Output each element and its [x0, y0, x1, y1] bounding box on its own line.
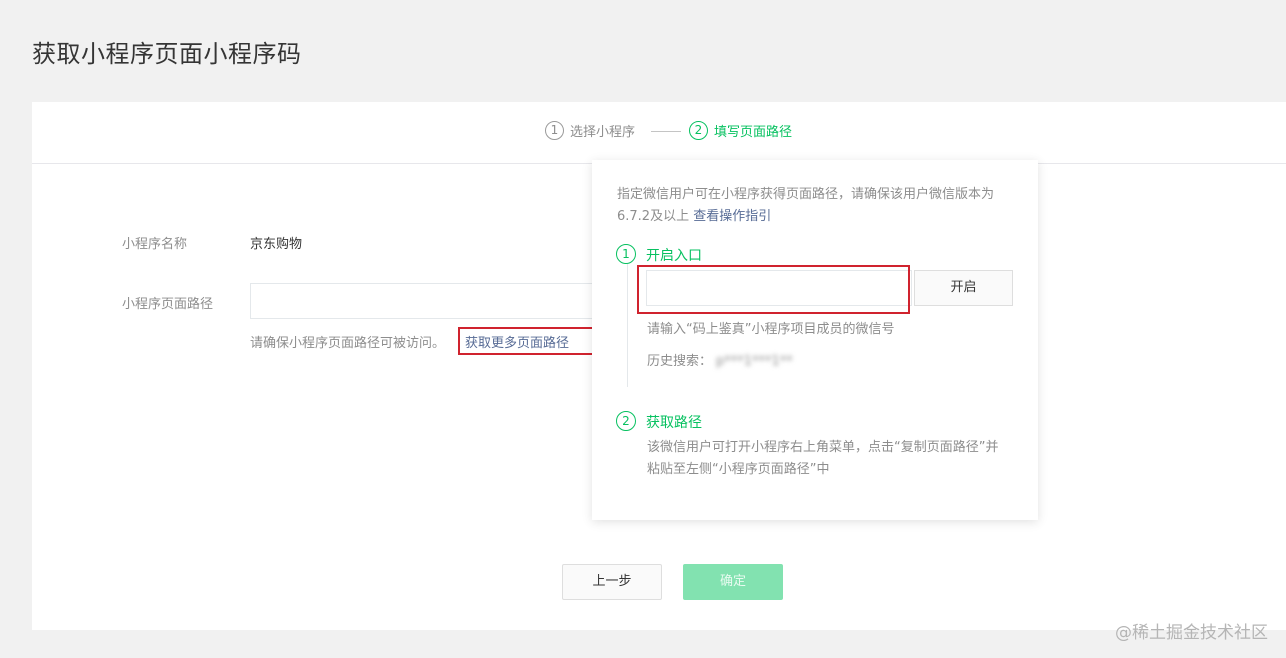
step-divider-line	[627, 264, 628, 387]
step-number: 2	[689, 121, 708, 140]
history-label: 历史搜索：	[647, 354, 713, 369]
step-number: 1	[545, 121, 564, 140]
page-title: 获取小程序页面小程序码	[32, 40, 302, 68]
step2-description: 该微信用户可打开小程序右上角菜单，点击“复制页面路径”并粘贴至左侧“小程序页面路…	[647, 440, 999, 477]
popover-desc-text: 指定微信用户可在小程序获得页面路径，请确保该用户微信版本为6.7.2及以上	[617, 187, 995, 224]
step2-title: 获取路径	[646, 415, 702, 431]
step2-number: 2	[616, 411, 636, 431]
page-path-input[interactable]	[250, 283, 600, 319]
step-fill-path: 2 填写页面路径	[689, 121, 792, 140]
page-root: 获取小程序页面小程序码 1 选择小程序 2 填写页面路径 小程序名称 京东购物 …	[0, 0, 1286, 658]
get-more-paths-link[interactable]: 获取更多页面路径	[458, 327, 596, 355]
path-guide-popover: 指定微信用户可在小程序获得页面路径，请确保该用户微信版本为6.7.2及以上 查看…	[592, 160, 1038, 520]
step-label: 选择小程序	[570, 125, 636, 140]
step-connector	[651, 131, 681, 132]
history-search: 历史搜索： p***1***1**	[647, 350, 793, 369]
miniprogram-name-value: 京东购物	[250, 237, 303, 252]
path-hint: 请确保小程序页面路径可被访问。	[250, 336, 446, 351]
step1-title: 开启入口	[646, 248, 702, 264]
steps-bar: 1 选择小程序 2 填写页面路径	[32, 102, 1286, 164]
wechat-id-hint: 请输入“码上鉴真”小程序项目成员的微信号	[647, 322, 895, 337]
miniprogram-name-label: 小程序名称	[122, 237, 188, 252]
history-item[interactable]: p***1***1**	[716, 354, 793, 369]
watermark: @稀土掘金技术社区	[1115, 623, 1268, 643]
input-highlight-box	[637, 265, 910, 314]
step1-number: 1	[616, 244, 636, 264]
popover-description: 指定微信用户可在小程序获得页面路径，请确保该用户微信版本为6.7.2及以上 查看…	[617, 184, 1017, 228]
page-path-label: 小程序页面路径	[122, 297, 214, 312]
open-entry-button[interactable]: 开启	[914, 270, 1013, 306]
view-guide-link[interactable]: 查看操作指引	[693, 209, 771, 224]
step-label: 填写页面路径	[714, 125, 793, 140]
prev-step-button[interactable]: 上一步	[562, 564, 662, 600]
confirm-button[interactable]: 确定	[683, 564, 783, 600]
step-select-miniprogram: 1 选择小程序	[545, 121, 635, 140]
